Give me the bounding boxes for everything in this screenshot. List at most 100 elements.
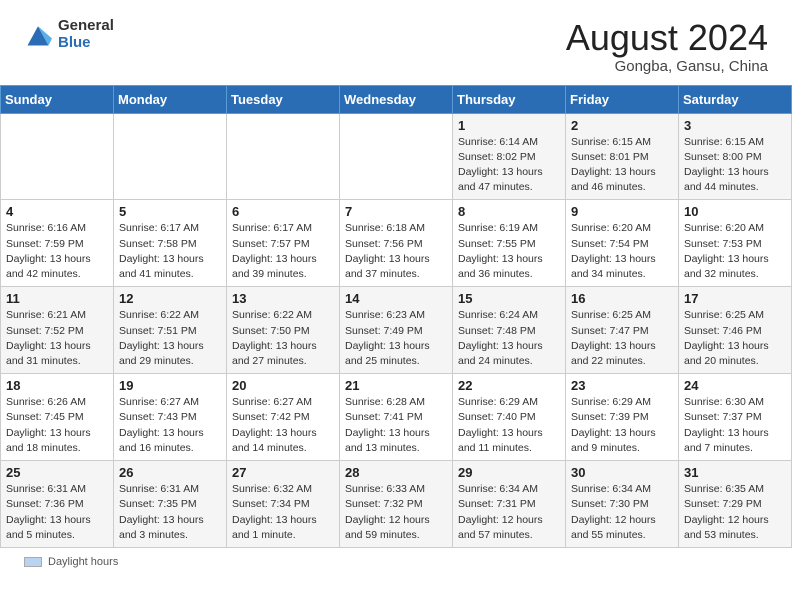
day-info: Sunrise: 6:15 AMSunset: 8:00 PMDaylight:…	[684, 136, 769, 194]
table-row: 8Sunrise: 6:19 AMSunset: 7:55 PMDaylight…	[453, 200, 566, 287]
title-block: August 2024 Gongba, Gansu, China	[566, 18, 768, 75]
day-number: 2	[571, 118, 673, 133]
table-row: 13 Sunrise: 6:22 AMSunset: 7:50 PMDayligh…	[227, 287, 340, 374]
table-row: 29 Sunrise: 6:34 AMSunset: 7:31 PMDayligh…	[453, 461, 566, 548]
calendar-week-row: 18Sunrise: 6:26 AMSunset: 7:45 PMDayligh…	[1, 374, 792, 461]
day-number: 21	[345, 378, 447, 393]
day-info: Sunrise: 6:20 AMSunset: 7:53 PMDaylight:…	[684, 222, 769, 280]
table-row: 31 Sunrise: 6:35 AMSunset: 7:29 PMDayligh…	[679, 461, 792, 548]
day-number: 19	[119, 378, 221, 393]
day-number: 22	[458, 378, 560, 393]
day-number: 23	[571, 378, 673, 393]
table-row: 15 Sunrise: 6:24 AMSunset: 7:48 PMDayligh…	[453, 287, 566, 374]
table-row: 30 Sunrise: 6:34 AMSunset: 7:30 PMDayligh…	[566, 461, 679, 548]
daylight-bar-icon	[24, 557, 42, 567]
day-number: 1	[458, 118, 560, 133]
col-wednesday: Wednesday	[340, 85, 453, 113]
table-row: 3 Sunrise: 6:15 AMSunset: 8:00 PMDaylight…	[679, 113, 792, 200]
day-number: 12	[119, 291, 221, 306]
table-row: 22 Sunrise: 6:29 AMSunset: 7:40 PMDayligh…	[453, 374, 566, 461]
table-row: 16 Sunrise: 6:25 AMSunset: 7:47 PMDayligh…	[566, 287, 679, 374]
table-row: 11Sunrise: 6:21 AMSunset: 7:52 PMDayligh…	[1, 287, 114, 374]
day-info: Sunrise: 6:17 AMSunset: 7:57 PMDaylight:…	[232, 222, 317, 280]
day-info: Sunrise: 6:22 AMSunset: 7:51 PMDaylight:…	[119, 309, 204, 367]
day-info: Sunrise: 6:32 AMSunset: 7:34 PMDaylight:…	[232, 483, 317, 541]
day-info: Sunrise: 6:33 AMSunset: 7:32 PMDaylight:…	[345, 483, 430, 541]
table-row	[227, 113, 340, 200]
day-number: 9	[571, 204, 673, 219]
day-info: Sunrise: 6:31 AMSunset: 7:36 PMDaylight:…	[6, 483, 91, 541]
col-saturday: Saturday	[679, 85, 792, 113]
day-info: Sunrise: 6:31 AMSunset: 7:35 PMDaylight:…	[119, 483, 204, 541]
col-monday: Monday	[114, 85, 227, 113]
table-row: 27Sunrise: 6:32 AMSunset: 7:34 PMDayligh…	[227, 461, 340, 548]
table-row: 5Sunrise: 6:17 AMSunset: 7:58 PMDaylight…	[114, 200, 227, 287]
day-number: 20	[232, 378, 334, 393]
month-year-title: August 2024	[566, 18, 768, 58]
table-row: 12 Sunrise: 6:22 AMSunset: 7:51 PMDayligh…	[114, 287, 227, 374]
day-number: 18	[6, 378, 108, 393]
day-info: Sunrise: 6:14 AMSunset: 8:02 PMDaylight:…	[458, 136, 543, 194]
day-number: 30	[571, 465, 673, 480]
table-row: 25 Sunrise: 6:31 AMSunset: 7:36 PMDayligh…	[1, 461, 114, 548]
table-row	[340, 113, 453, 200]
logo: General Blue	[24, 18, 114, 51]
day-info: Sunrise: 6:34 AMSunset: 7:30 PMDaylight:…	[571, 483, 656, 541]
table-row: 2 Sunrise: 6:15 AMSunset: 8:01 PMDaylight…	[566, 113, 679, 200]
day-info: Sunrise: 6:22 AMSunset: 7:50 PMDaylight:…	[232, 309, 317, 367]
location-subtitle: Gongba, Gansu, China	[566, 58, 768, 75]
table-row: 21 Sunrise: 6:28 AMSunset: 7:41 PMDayligh…	[340, 374, 453, 461]
calendar-table: Sunday Monday Tuesday Wednesday Thursday…	[0, 85, 792, 548]
day-number: 5	[119, 204, 221, 219]
day-number: 15	[458, 291, 560, 306]
day-info: Sunrise: 6:35 AMSunset: 7:29 PMDaylight:…	[684, 483, 769, 541]
calendar-header-row: Sunday Monday Tuesday Wednesday Thursday…	[1, 85, 792, 113]
day-info: Sunrise: 6:29 AMSunset: 7:40 PMDaylight:…	[458, 396, 543, 454]
day-info: Sunrise: 6:28 AMSunset: 7:41 PMDaylight:…	[345, 396, 430, 454]
table-row: 10 Sunrise: 6:20 AMSunset: 7:53 PMDayligh…	[679, 200, 792, 287]
day-number: 24	[684, 378, 786, 393]
day-number: 29	[458, 465, 560, 480]
table-row: 20Sunrise: 6:27 AMSunset: 7:42 PMDayligh…	[227, 374, 340, 461]
day-number: 31	[684, 465, 786, 480]
footer: Daylight hours	[0, 548, 792, 572]
logo-blue-text: Blue	[58, 35, 114, 52]
col-tuesday: Tuesday	[227, 85, 340, 113]
col-friday: Friday	[566, 85, 679, 113]
day-number: 26	[119, 465, 221, 480]
day-number: 14	[345, 291, 447, 306]
day-number: 3	[684, 118, 786, 133]
day-number: 11	[6, 291, 108, 306]
daylight-label: Daylight hours	[48, 556, 118, 568]
table-row: 23Sunrise: 6:29 AMSunset: 7:39 PMDayligh…	[566, 374, 679, 461]
logo-general-text: General	[58, 18, 114, 35]
day-info: Sunrise: 6:19 AMSunset: 7:55 PMDaylight:…	[458, 222, 543, 280]
footer-daylight-row: Daylight hours	[24, 556, 768, 568]
day-number: 17	[684, 291, 786, 306]
logo-icon	[24, 21, 52, 49]
day-number: 7	[345, 204, 447, 219]
day-info: Sunrise: 6:20 AMSunset: 7:54 PMDaylight:…	[571, 222, 656, 280]
table-row: 26 Sunrise: 6:31 AMSunset: 7:35 PMDayligh…	[114, 461, 227, 548]
day-info: Sunrise: 6:25 AMSunset: 7:47 PMDaylight:…	[571, 309, 656, 367]
calendar-week-row: 4Sunrise: 6:16 AMSunset: 7:59 PMDaylight…	[1, 200, 792, 287]
calendar-week-row: 11Sunrise: 6:21 AMSunset: 7:52 PMDayligh…	[1, 287, 792, 374]
day-info: Sunrise: 6:24 AMSunset: 7:48 PMDaylight:…	[458, 309, 543, 367]
day-info: Sunrise: 6:23 AMSunset: 7:49 PMDaylight:…	[345, 309, 430, 367]
table-row: 24Sunrise: 6:30 AMSunset: 7:37 PMDayligh…	[679, 374, 792, 461]
day-number: 16	[571, 291, 673, 306]
day-number: 13	[232, 291, 334, 306]
calendar-week-row: 1 Sunrise: 6:14 AMSunset: 8:02 PMDaylight…	[1, 113, 792, 200]
table-row	[114, 113, 227, 200]
day-info: Sunrise: 6:15 AMSunset: 8:01 PMDaylight:…	[571, 136, 656, 194]
day-info: Sunrise: 6:34 AMSunset: 7:31 PMDaylight:…	[458, 483, 543, 541]
table-row: 7 Sunrise: 6:18 AMSunset: 7:56 PMDaylight…	[340, 200, 453, 287]
day-number: 10	[684, 204, 786, 219]
table-row: 6Sunrise: 6:17 AMSunset: 7:57 PMDaylight…	[227, 200, 340, 287]
day-info: Sunrise: 6:18 AMSunset: 7:56 PMDaylight:…	[345, 222, 430, 280]
header: General Blue August 2024 Gongba, Gansu, …	[0, 0, 792, 85]
table-row: 28Sunrise: 6:33 AMSunset: 7:32 PMDayligh…	[340, 461, 453, 548]
day-number: 25	[6, 465, 108, 480]
table-row: 1 Sunrise: 6:14 AMSunset: 8:02 PMDaylight…	[453, 113, 566, 200]
calendar-week-row: 25 Sunrise: 6:31 AMSunset: 7:36 PMDayligh…	[1, 461, 792, 548]
